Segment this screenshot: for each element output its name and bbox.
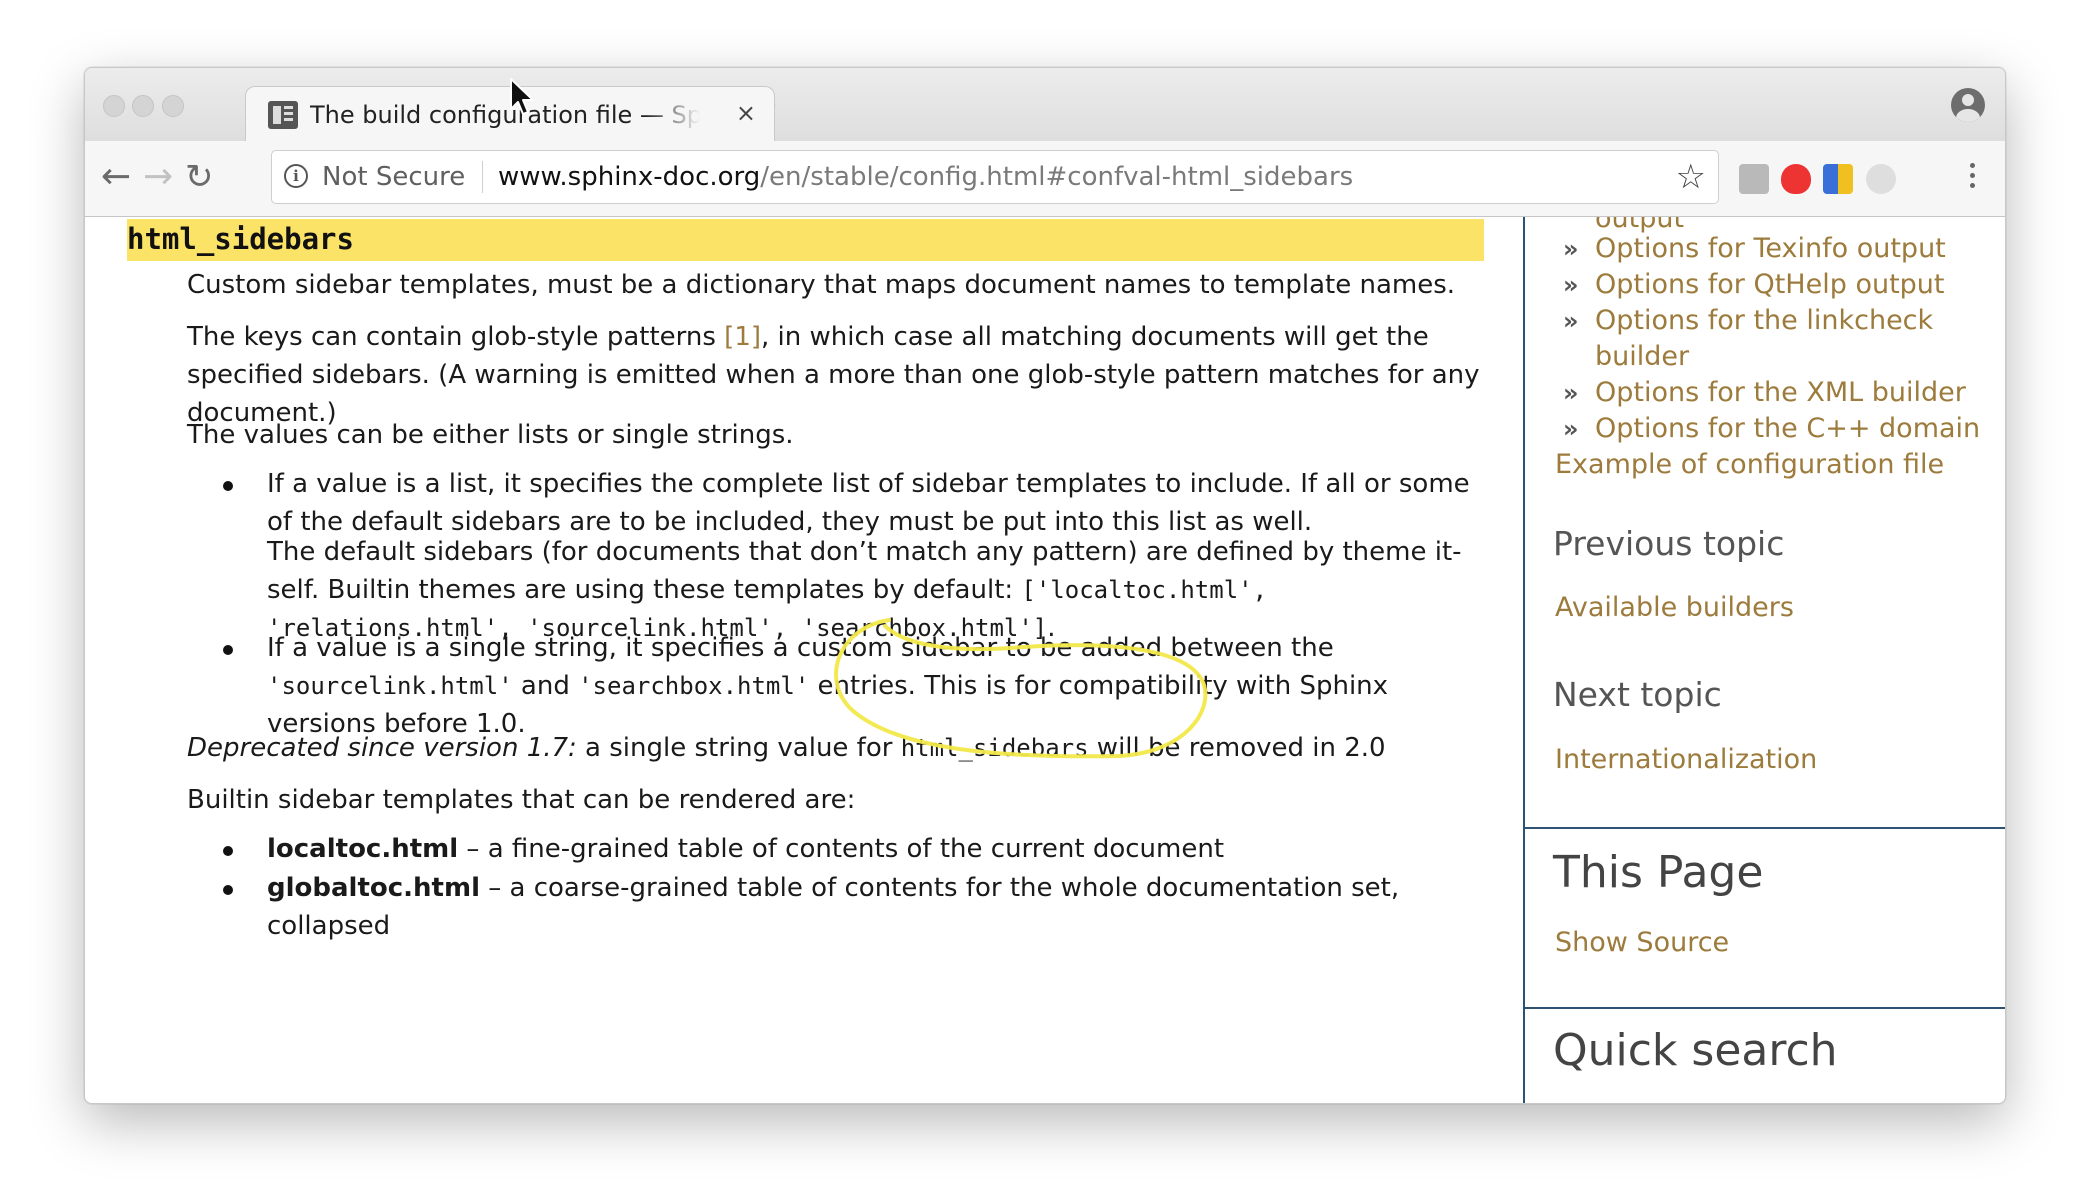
extension-gear-icon[interactable] xyxy=(1866,164,1896,194)
text: will be removed in 2.0 xyxy=(1088,733,1386,763)
omnibox-divider xyxy=(482,161,483,193)
text: collapsed xyxy=(267,911,391,941)
bullet-dot xyxy=(223,481,233,491)
bookmark-star-icon[interactable]: ☆ xyxy=(1676,157,1706,197)
text: If a value is a list, it specifies the c… xyxy=(267,469,1470,499)
sidebar-item-qthelp[interactable]: Options for QtHelp output xyxy=(1595,269,1945,300)
text: The keys can contain glob-style patterns xyxy=(187,322,725,352)
page-content: html_sidebars Custom sidebar templates, … xyxy=(85,217,2005,1103)
next-topic-link[interactable]: Internationalization xyxy=(1555,744,1817,775)
paragraph-builtin: Builtin sidebar templates that can be re… xyxy=(187,785,856,815)
browser-toolbar: ← → ↻ i Not Secure www.sphinx-doc.org/en… xyxy=(85,141,2005,217)
text: a single string value for xyxy=(576,733,901,763)
text: If a value is a single string, it specif… xyxy=(267,633,1334,663)
url-path: /en/stable/config.html#confval-html_side… xyxy=(760,162,1354,192)
definition-heading: html_sidebars xyxy=(127,219,1484,261)
browser-window: The build configuration file — Sphinx × … xyxy=(84,67,2006,1104)
sidebar-item-linkcheck[interactable]: Options for the linkcheck xyxy=(1595,305,1933,336)
deprecated-label: Deprecated since version 1.7: xyxy=(187,733,577,763)
info-icon[interactable]: i xyxy=(284,164,308,188)
forward-arrow-icon[interactable]: → xyxy=(143,159,173,195)
back-arrow-icon[interactable]: ← xyxy=(101,159,131,195)
text: and xyxy=(512,671,579,701)
menu-kebab-icon[interactable] xyxy=(1970,163,1975,193)
raquo-icon: » xyxy=(1563,235,1579,263)
zoom-window-button[interactable] xyxy=(162,95,184,117)
raquo-icon: » xyxy=(1563,415,1579,443)
main-body: html_sidebars Custom sidebar templates, … xyxy=(85,217,1523,1103)
sidebar-item-linkcheck-cont[interactable]: builder xyxy=(1595,341,1689,372)
extension-shield-icon[interactable] xyxy=(1781,164,1811,194)
list-item-string: If a value is a single string, it specif… xyxy=(267,629,1388,743)
paragraph-keys: The keys can contain glob-style patterns… xyxy=(187,318,1480,432)
tab-title: The build configuration file — Sphinx xyxy=(310,101,700,129)
sidebar-item-xml[interactable]: Options for the XML builder xyxy=(1595,377,1966,408)
this-page-heading: This Page xyxy=(1553,847,1764,898)
sidebar-divider xyxy=(1525,1007,2005,1009)
code-literal: 'sourcelink.html' xyxy=(267,672,513,700)
tab-strip: The build configuration file — Sphinx × xyxy=(85,68,2005,142)
mouse-cursor-icon xyxy=(510,78,534,115)
sidebar: output » Options for Texinfo output » Op… xyxy=(1523,217,2005,1103)
next-topic-heading: Next topic xyxy=(1553,675,1722,714)
show-source-link[interactable]: Show Source xyxy=(1555,927,1729,958)
bullet-dot xyxy=(223,846,233,856)
previous-topic-heading: Previous topic xyxy=(1553,524,1785,563)
url-host: www.sphinx-doc.org xyxy=(498,162,761,192)
quick-search-heading: Quick search xyxy=(1553,1025,1838,1076)
text: , in which case all matching documents w… xyxy=(761,322,1429,352)
code-literal: 'searchbox.html' xyxy=(578,672,810,700)
raquo-icon: » xyxy=(1563,379,1579,407)
template-item-localtoc: localtoc.html – a fine-grained table of … xyxy=(267,830,1224,868)
extension-puzzle-icon[interactable] xyxy=(1739,164,1769,194)
paragraph-intro: Custom sidebar templates, must be a dict… xyxy=(187,270,1456,300)
extension-bookmark-icon[interactable] xyxy=(1823,164,1853,194)
heading-text: html_sidebars xyxy=(127,222,354,256)
footnote-link[interactable]: [1] xyxy=(724,322,761,352)
url-text[interactable]: www.sphinx-doc.org/en/stable/config.html… xyxy=(498,162,1353,192)
template-name: localtoc.html xyxy=(267,834,459,864)
template-item-globaltoc: globaltoc.html – a coarse-grained table … xyxy=(267,869,1399,945)
sidebar-item-cut[interactable]: output xyxy=(1595,217,1684,234)
text: entries. This is for compatibility with … xyxy=(809,671,1389,701)
raquo-icon: » xyxy=(1563,307,1579,335)
sidebar-item-example[interactable]: Example of configuration file xyxy=(1555,449,1944,480)
code-literal: ['localtoc.html', xyxy=(1021,576,1268,604)
close-window-button[interactable] xyxy=(103,95,125,117)
sphinx-favicon-icon xyxy=(268,101,298,129)
text: – a coarse-grained table of contents for… xyxy=(479,873,1400,903)
deprecation-note: Deprecated since version 1.7: a single s… xyxy=(187,729,1386,767)
bullet-dot xyxy=(223,885,233,895)
previous-topic-link[interactable]: Available builders xyxy=(1555,592,1794,623)
sidebar-item-texinfo[interactable]: Options for Texinfo output xyxy=(1595,233,1946,264)
paragraph-values: The values can be either lists or single… xyxy=(187,420,794,450)
list-item-list: If a value is a list, it specifies the c… xyxy=(267,465,1470,541)
text: The default sidebars (for documents that… xyxy=(267,537,1462,567)
code-literal: html_sidebars xyxy=(900,734,1089,762)
minimize-window-button[interactable] xyxy=(132,95,154,117)
tab-close-icon[interactable]: × xyxy=(736,99,756,127)
bullet-dot xyxy=(223,645,233,655)
text: specified sidebars. (A warning is emitte… xyxy=(187,360,1480,390)
template-name: globaltoc.html xyxy=(267,873,480,903)
address-bar[interactable]: i Not Secure www.sphinx-doc.org/en/stabl… xyxy=(271,150,1719,204)
reload-icon[interactable]: ↻ xyxy=(185,159,214,195)
text: self. Builtin themes are using these tem… xyxy=(267,575,1022,605)
text: – a fine-grained table of contents of th… xyxy=(458,834,1225,864)
profile-avatar-icon[interactable] xyxy=(1951,88,1985,122)
raquo-icon: » xyxy=(1563,271,1579,299)
sidebar-item-cpp[interactable]: Options for the C++ domain xyxy=(1595,413,1980,444)
sidebar-divider xyxy=(1525,827,2005,829)
security-label[interactable]: Not Secure xyxy=(322,162,465,192)
